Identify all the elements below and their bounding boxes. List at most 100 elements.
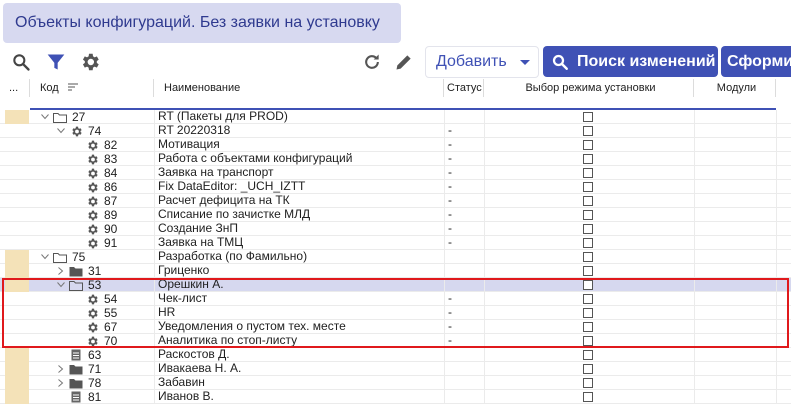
tree-row[interactable]: 91 Заявка на ТМЦ - (0, 236, 791, 250)
install-mode-checkbox[interactable] (583, 308, 593, 318)
column-header-mode[interactable]: Выбор режима установки (484, 79, 694, 97)
column-divider (154, 320, 155, 334)
chevron-placeholder (70, 152, 84, 166)
install-mode-checkbox[interactable] (583, 266, 593, 276)
sort-icon[interactable] (67, 83, 78, 91)
row-marker (5, 278, 29, 292)
tree-row[interactable]: 70 Аналитика по стоп-листу - (0, 334, 791, 348)
install-mode-checkbox[interactable] (583, 280, 593, 290)
column-divider (154, 124, 155, 138)
chevron-down-icon[interactable] (54, 278, 68, 292)
tree-row[interactable]: 54 Чек-лист - (0, 292, 791, 306)
install-mode-checkbox[interactable] (583, 154, 593, 164)
tree-row[interactable]: 31 Гриценко (0, 264, 791, 278)
search-icon[interactable] (9, 50, 33, 74)
column-divider (444, 376, 445, 390)
install-mode-checkbox[interactable] (583, 378, 593, 388)
column-header-name[interactable]: Наименование (158, 79, 444, 97)
column-divider (444, 278, 445, 292)
install-mode-checkbox[interactable] (583, 182, 593, 192)
refresh-icon[interactable] (360, 50, 384, 74)
tree-row[interactable]: 87 Расчет дефицита на ТК - (0, 194, 791, 208)
install-mode-checkbox[interactable] (583, 196, 593, 206)
add-button[interactable]: Добавить (425, 46, 539, 78)
install-mode-checkbox[interactable] (583, 210, 593, 220)
row-status: - (448, 165, 452, 179)
column-menu-header[interactable]: ... (4, 79, 30, 97)
row-name: Иванов В. (158, 390, 214, 403)
row-code-cell: 55 (70, 306, 117, 320)
column-divider (444, 138, 445, 152)
tree-row[interactable]: 84 Заявка на транспорт - (0, 166, 791, 180)
window-title-tab[interactable]: Объекты конфигураций. Без заявки на уста… (3, 3, 401, 43)
column-divider (484, 180, 485, 194)
chevron-right-icon[interactable] (54, 376, 68, 390)
tree-row[interactable]: 53 Орешкин А. (0, 278, 791, 292)
install-mode-checkbox[interactable] (583, 126, 593, 136)
chevron-placeholder (70, 292, 84, 306)
install-mode-checkbox[interactable] (583, 168, 593, 178)
chevron-down-icon[interactable] (520, 60, 530, 65)
chevron-placeholder (70, 138, 84, 152)
install-mode-checkbox[interactable] (583, 112, 593, 122)
chevron-right-icon[interactable] (54, 362, 68, 376)
tree-row[interactable]: 82 Мотивация - (0, 138, 791, 152)
tree-row[interactable]: 81 Иванов В. (0, 390, 791, 404)
tree-row[interactable]: 90 Создание ЗнП - (0, 222, 791, 236)
tree-row[interactable]: 78 Забавин (0, 376, 791, 390)
chevron-right-icon[interactable] (54, 264, 68, 278)
column-divider (694, 110, 695, 124)
filter-icon[interactable] (44, 50, 68, 74)
install-mode-checkbox[interactable] (583, 322, 593, 332)
install-mode-checkbox[interactable] (583, 140, 593, 150)
row-code: 78 (88, 375, 102, 390)
settings-gear-icon[interactable] (78, 50, 102, 74)
tree-row[interactable]: 63 Раскостов Д. (0, 348, 791, 362)
install-mode-checkbox[interactable] (583, 252, 593, 262)
tree-row[interactable]: 83 Работа с объектами конфигураций - (0, 152, 791, 166)
column-divider (444, 236, 445, 250)
tree-row[interactable]: 75 Разработка (по Фамильно) (0, 250, 791, 264)
tree-row[interactable]: 55 HR - (0, 306, 791, 320)
row-code: 67 (104, 319, 118, 334)
install-mode-checkbox[interactable] (583, 364, 593, 374)
tree-row[interactable]: 27 RT (Пакеты для PROD) (0, 110, 791, 124)
tree-row[interactable]: 71 Ивакаева Н. А. (0, 362, 791, 376)
column-divider (776, 236, 777, 250)
tree-row[interactable]: 67 Уведомления о пустом тех. месте - (0, 320, 791, 334)
form-button[interactable]: Сформир (721, 46, 791, 77)
install-mode-checkbox[interactable] (583, 350, 593, 360)
column-header-code[interactable]: Код (30, 79, 154, 97)
column-divider (484, 292, 485, 306)
chevron-down-icon[interactable] (38, 250, 52, 264)
column-divider (154, 390, 155, 404)
install-mode-checkbox[interactable] (583, 238, 593, 248)
column-divider (776, 306, 777, 320)
column-divider (484, 236, 485, 250)
column-header-modules[interactable]: Модули (694, 79, 776, 97)
install-mode-checkbox[interactable] (583, 336, 593, 346)
column-header-status[interactable]: Статус (444, 79, 484, 97)
edit-pencil-icon[interactable] (392, 50, 416, 74)
install-mode-checkbox[interactable] (583, 294, 593, 304)
column-divider (484, 306, 485, 320)
tree-row[interactable]: 89 Списание по зачистке МЛД - (0, 208, 791, 222)
row-name: Разработка (по Фамильно) (158, 250, 308, 263)
row-code: 82 (104, 137, 118, 152)
search-changes-button[interactable]: Поиск изменений (543, 46, 718, 77)
tree-row[interactable]: 74 RT 20220318 - (0, 124, 791, 138)
chevron-down-icon[interactable] (38, 110, 52, 124)
row-name: HR (158, 306, 176, 319)
chevron-down-icon[interactable] (54, 124, 68, 138)
column-divider (484, 348, 485, 362)
column-divider (484, 110, 485, 124)
row-marker (5, 236, 29, 250)
column-divider (484, 362, 485, 376)
row-status: - (448, 137, 452, 151)
install-mode-checkbox[interactable] (583, 392, 593, 402)
install-mode-checkbox[interactable] (583, 224, 593, 234)
column-divider (154, 362, 155, 376)
row-code: 55 (104, 305, 118, 320)
tree-row[interactable]: 86 Fix DataEditor: _UCH_IZTT - (0, 180, 791, 194)
gear-icon (84, 292, 100, 306)
